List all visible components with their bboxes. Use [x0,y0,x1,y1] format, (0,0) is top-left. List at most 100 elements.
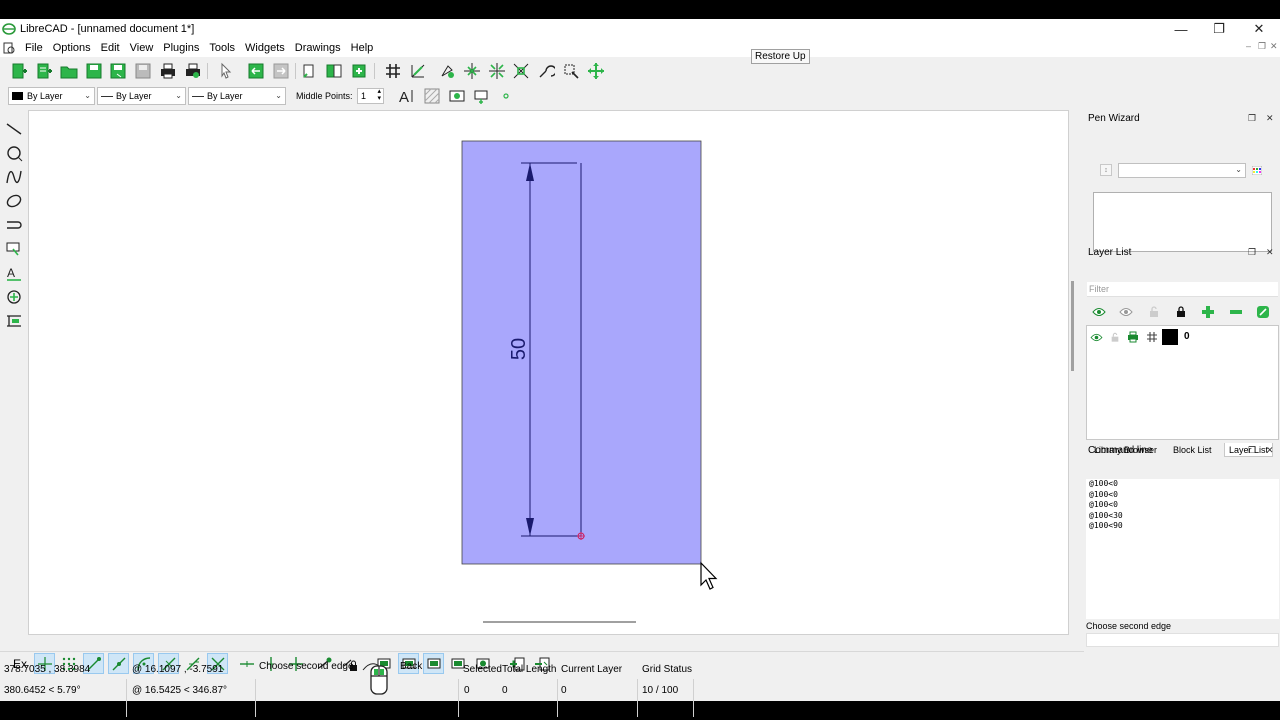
mdi-restore-icon[interactable]: ❐ [1258,41,1266,52]
modify-tool-icon[interactable] [4,287,24,307]
zoom-window-icon[interactable] [561,61,581,81]
save-icon[interactable] [84,61,104,81]
tab-block-list[interactable]: Block List [1169,443,1216,457]
middle-points-value: 1 [361,91,367,101]
print-preview-icon[interactable] [183,61,203,81]
redraw-icon[interactable] [437,61,457,81]
select-tool-icon[interactable] [4,239,24,259]
menu-tools[interactable]: Tools [204,42,240,54]
ellipse-tool-icon[interactable] [4,191,24,211]
undo-icon[interactable] [246,61,266,81]
middle-points-spinbox[interactable]: 1 ▴ ▾ [357,88,384,104]
layer-color-swatch[interactable] [1162,329,1178,345]
menu-file[interactable]: File [20,42,48,54]
curve-tool-icon[interactable] [4,167,24,187]
image-tool-icon[interactable] [447,86,467,106]
zoom-pan-icon[interactable] [586,61,606,81]
color-select[interactable]: By Layer ⌄ [8,87,95,105]
lock-all-layers-icon[interactable] [1172,303,1190,321]
save-all-icon[interactable] [133,61,153,81]
zoom-in-icon[interactable] [462,61,482,81]
dimension-text-tool-icon[interactable]: A [4,263,24,283]
point-tool-icon[interactable] [496,86,516,106]
pen-wizard-select[interactable]: ⌄ [1118,163,1246,178]
drawing-svg[interactable]: 50 [29,111,1070,636]
mdi-close-icon[interactable]: ✕ [1270,41,1278,52]
insert-block-icon[interactable] [472,86,492,106]
horizontal-scrollbar[interactable] [483,621,636,623]
color-swatch [12,92,23,100]
menu-widgets[interactable]: Widgets [240,42,290,54]
absolute-polar-coordinate: 380.6452 < 5.79° [4,685,81,696]
command-history: @100<0 @100<0 @100<0 @100<30 @100<90 [1086,479,1279,619]
palette-icon[interactable] [1251,165,1263,176]
cut-icon[interactable] [299,61,319,81]
open-folder-icon[interactable] [59,61,79,81]
line-tool-icon[interactable] [4,119,24,139]
new-file-icon[interactable] [9,61,29,81]
layer-print-icon[interactable] [1126,330,1140,344]
dock-close-icon[interactable]: ✕ [1266,445,1274,456]
menu-edit[interactable]: Edit [96,42,125,54]
absolute-coordinate: 378.7035 , 38.3984 [4,664,91,675]
line-width-select[interactable]: By Layer ⌄ [97,87,186,105]
hide-all-layers-icon[interactable] [1117,303,1135,321]
menu-plugins[interactable]: Plugins [158,42,204,54]
dock-float-icon[interactable]: ❐ [1248,445,1256,456]
color-value: By Layer [27,91,63,101]
layer-lock-icon[interactable] [1108,330,1122,344]
select-pointer-icon[interactable] [216,61,236,81]
zoom-auto-icon[interactable] [511,61,531,81]
spin-arrows-icon[interactable]: ▴ ▾ [377,88,381,102]
polyline-tool-icon[interactable] [4,215,24,235]
view-draft-icon[interactable] [423,653,444,674]
dock-close-icon[interactable]: ✕ [1266,247,1274,258]
dock-close-icon[interactable]: ✕ [1266,113,1274,124]
layer-row[interactable]: 0 [1087,328,1278,346]
restore-up-button[interactable]: Restore Up [751,49,810,64]
menu-view[interactable]: View [125,42,159,54]
chevron-down-icon: ⌄ [1235,165,1242,174]
hatch-tool-icon[interactable] [422,86,442,106]
grid-toggle-icon[interactable] [383,61,403,81]
line-type-select[interactable]: By Layer ⌄ [188,87,286,105]
drawing-canvas[interactable]: 50 [28,110,1069,635]
copy-icon[interactable] [324,61,344,81]
paste-icon[interactable] [349,61,369,81]
zoom-out-icon[interactable] [487,61,507,81]
maximize-button[interactable]: ❐ [1200,19,1238,39]
command-input[interactable] [1086,633,1279,647]
unlock-all-layers-icon[interactable] [1145,303,1163,321]
menu-bar: File Options Edit View Plugins Tools Wid… [0,39,1280,57]
layer-visible-icon[interactable] [1089,330,1103,344]
layer-filter-input[interactable]: Filter [1087,282,1278,297]
new-from-template-icon[interactable] [34,61,54,81]
edit-layer-icon[interactable] [1254,303,1272,321]
zoom-previous-icon[interactable] [536,61,556,81]
add-layer-icon[interactable] [1199,303,1217,321]
toolbar-separator [295,63,296,79]
redo-icon[interactable] [271,61,291,81]
close-button[interactable]: ✕ [1240,19,1278,39]
text-tool-icon[interactable]: A [397,86,417,106]
show-all-layers-icon[interactable] [1090,303,1108,321]
pen-wizard-small-button[interactable]: ↕ [1100,164,1112,176]
circle-tool-icon[interactable] [4,143,24,163]
menu-help[interactable]: Help [346,42,379,54]
remove-layer-icon[interactable] [1227,303,1245,321]
vertical-scrollbar[interactable] [1071,281,1074,371]
menu-options[interactable]: Options [48,42,96,54]
dock-float-icon[interactable]: ❐ [1248,247,1256,258]
dock-float-icon[interactable]: ❐ [1248,113,1256,124]
dimension-tool-icon[interactable] [4,311,24,331]
restrict-horizontal-icon[interactable] [236,653,257,674]
mdi-minimize-icon[interactable]: – [1246,41,1251,51]
document-icon[interactable] [2,41,16,55]
save-as-icon[interactable] [108,61,128,81]
minimize-button[interactable]: — [1162,19,1200,39]
layer-construction-icon[interactable] [1145,330,1159,344]
print-icon[interactable] [158,61,178,81]
snap-on-entity-icon[interactable] [108,653,129,674]
menu-drawings[interactable]: Drawings [290,42,346,54]
draft-mode-icon[interactable] [408,61,428,81]
